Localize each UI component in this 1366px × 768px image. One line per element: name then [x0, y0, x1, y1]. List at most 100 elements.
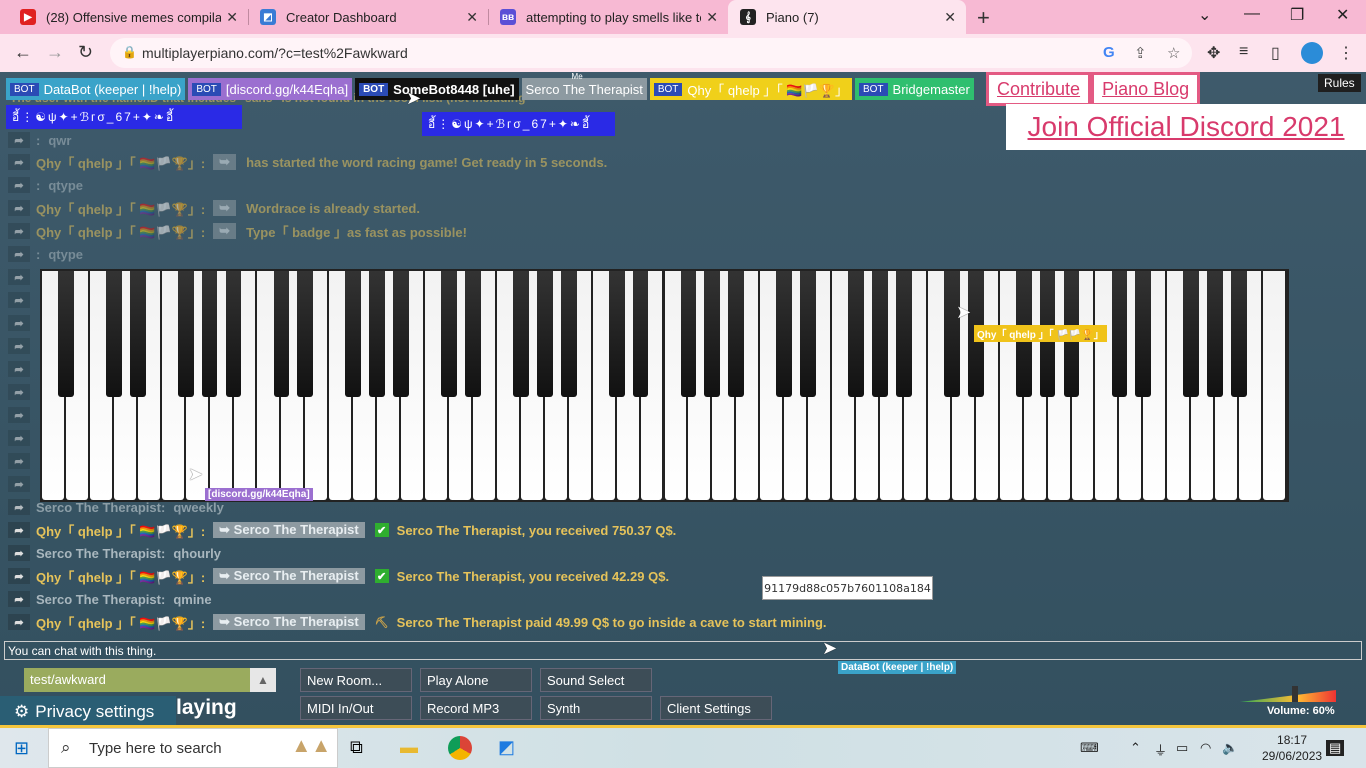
chevron-up-icon[interactable]: ▲ [250, 668, 276, 692]
piano-keyboard[interactable] [40, 269, 1289, 502]
black-key[interactable] [728, 271, 745, 397]
rules-button[interactable]: Rules [1318, 74, 1361, 92]
reply-icon[interactable]: ➦ [8, 591, 30, 607]
reply-icon[interactable]: ➦ [8, 154, 30, 170]
clock[interactable]: 18:17 29/06/2023 [1262, 732, 1322, 764]
midi-button[interactable]: MIDI In/Out [300, 696, 412, 720]
user-badge-me[interactable]: Serco The Therapist Me [521, 72, 647, 100]
back-icon[interactable]: ← [14, 42, 32, 63]
black-key[interactable] [369, 271, 386, 397]
reply-icon[interactable]: ➦ [8, 545, 30, 561]
reply-icon[interactable]: ➦ [8, 476, 30, 492]
maximize-icon[interactable]: ❐ [1290, 5, 1304, 25]
close-tab-icon[interactable]: ✕ [466, 9, 478, 26]
reply-icon[interactable]: ➦ [8, 453, 30, 469]
discord-link[interactable]: Join Official Discord 2021 [1006, 104, 1366, 150]
user-badge[interactable]: BOT [discord.gg/k44Eqha] [188, 78, 353, 100]
battery-icon[interactable]: ▭ [1176, 740, 1188, 756]
privacy-settings-button[interactable]: ⚙ Privacy settings [0, 696, 176, 727]
new-room-button[interactable]: New Room... [300, 668, 412, 692]
close-tab-icon[interactable]: ✕ [226, 9, 238, 26]
reply-icon[interactable]: ➦ [8, 407, 30, 423]
reply-icon[interactable]: ➦ [8, 361, 30, 377]
reply-icon[interactable]: ➦ [8, 246, 30, 262]
lock-icon[interactable]: 🔒 [122, 45, 137, 59]
tab-piano[interactable]: 𝄞 Piano (7) ✕ [728, 0, 966, 34]
reply-icon[interactable]: ➦ [8, 384, 30, 400]
reply-icon[interactable]: ➦ [8, 568, 30, 584]
reply-icon[interactable]: ➦ [8, 292, 30, 308]
url-text[interactable]: multiplayerpiano.com/?c=test%2Fawkward [142, 45, 408, 61]
chevron-up-icon[interactable]: ⌃ [1130, 740, 1141, 756]
black-key[interactable] [105, 271, 122, 397]
close-tab-icon[interactable]: ✕ [944, 9, 956, 26]
share-icon[interactable]: ⇪ [1134, 44, 1147, 62]
minimize-icon[interactable]: — [1244, 5, 1260, 23]
black-key[interactable] [632, 271, 649, 397]
tab-search-icon[interactable]: ⌄ [1198, 5, 1211, 25]
black-key[interactable] [1135, 271, 1152, 397]
bookmark-star-icon[interactable]: ☆ [1167, 44, 1180, 62]
contribute-link[interactable]: Contribute [986, 72, 1092, 106]
roblox-studio-icon[interactable]: ◩ [498, 737, 515, 758]
tab-youtube[interactable]: ▶ (28) Offensive memes compilatio ✕ [8, 0, 248, 34]
black-key[interactable] [273, 271, 290, 397]
chat-input[interactable]: You can chat with this thing. [4, 641, 1362, 660]
close-window-icon[interactable]: ✕ [1336, 5, 1349, 25]
reply-icon[interactable]: ➦ [8, 223, 30, 239]
new-tab-icon[interactable]: + [977, 5, 990, 31]
black-key[interactable] [608, 271, 625, 397]
black-key[interactable] [129, 271, 146, 397]
black-key[interactable] [560, 271, 577, 397]
tab-creator-dashboard[interactable]: ◩ Creator Dashboard ✕ [248, 0, 488, 34]
omnibox[interactable]: 🔒 multiplayerpiano.com/?c=test%2Fawkward… [110, 38, 1192, 68]
play-alone-button[interactable]: Play Alone [420, 668, 532, 692]
close-tab-icon[interactable]: ✕ [706, 9, 718, 26]
user-badge[interactable]: BOT Qhy「 qhelp 」「 🏳️‍🌈🏳️🏆」 [649, 78, 852, 100]
black-key[interactable] [896, 271, 912, 397]
sound-select-button[interactable]: Sound Select [540, 668, 652, 692]
black-key[interactable] [512, 271, 529, 397]
room-select[interactable]: test/awkward ▲ [24, 668, 276, 692]
black-key[interactable] [225, 271, 242, 397]
black-key[interactable] [1207, 271, 1224, 397]
piano-blog-link[interactable]: Piano Blog [1091, 72, 1201, 106]
black-key[interactable] [1231, 271, 1247, 397]
black-key[interactable] [800, 271, 817, 397]
keyboard-icon[interactable]: ⌨ [1080, 740, 1099, 756]
record-mp3-button[interactable]: Record MP3 [420, 696, 532, 720]
synth-button[interactable]: Synth [540, 696, 652, 720]
black-key[interactable] [297, 271, 314, 397]
profile-avatar[interactable] [1301, 42, 1323, 64]
black-key[interactable] [1183, 271, 1200, 397]
black-key[interactable] [848, 271, 864, 397]
reply-icon[interactable]: ➦ [8, 200, 30, 216]
tab-bb[interactable]: ʙʙ attempting to play smells like tee ✕ [488, 0, 728, 34]
google-icon[interactable]: G [1103, 44, 1115, 61]
menu-icon[interactable]: ⋮ [1338, 43, 1354, 63]
reply-icon[interactable]: ➦ [8, 522, 30, 538]
volume-knob[interactable] [1240, 684, 1340, 704]
reply-icon[interactable]: ➦ [8, 177, 30, 193]
black-key[interactable] [441, 271, 457, 397]
black-key[interactable] [536, 271, 553, 397]
reply-icon[interactable]: ➦ [8, 338, 30, 354]
forward-icon[interactable]: → [46, 42, 64, 63]
extensions-icon[interactable]: ✥ [1207, 43, 1220, 63]
black-key[interactable] [680, 271, 697, 397]
white-key[interactable] [1263, 271, 1285, 500]
user-badge[interactable]: BOT DataBot (keeper | !help) [6, 78, 186, 100]
reply-icon[interactable]: ➦ [8, 132, 30, 148]
black-key[interactable] [704, 271, 721, 397]
reply-icon[interactable]: ➦ [8, 315, 30, 331]
file-explorer-icon[interactable]: ▬ [400, 737, 418, 758]
black-key[interactable] [872, 271, 888, 397]
reply-icon[interactable]: ➦ [8, 430, 30, 446]
user-badge[interactable]: BOT Bridgemaster [854, 78, 974, 100]
user-badge[interactable]: BOT SomeBot8448 [uhe] [355, 78, 519, 100]
client-settings-button[interactable]: Client Settings [660, 696, 772, 720]
black-key[interactable] [393, 271, 410, 397]
black-key[interactable] [201, 271, 218, 397]
reply-icon[interactable]: ➦ [8, 614, 30, 630]
usb-icon[interactable]: ⏚ [1154, 740, 1167, 759]
